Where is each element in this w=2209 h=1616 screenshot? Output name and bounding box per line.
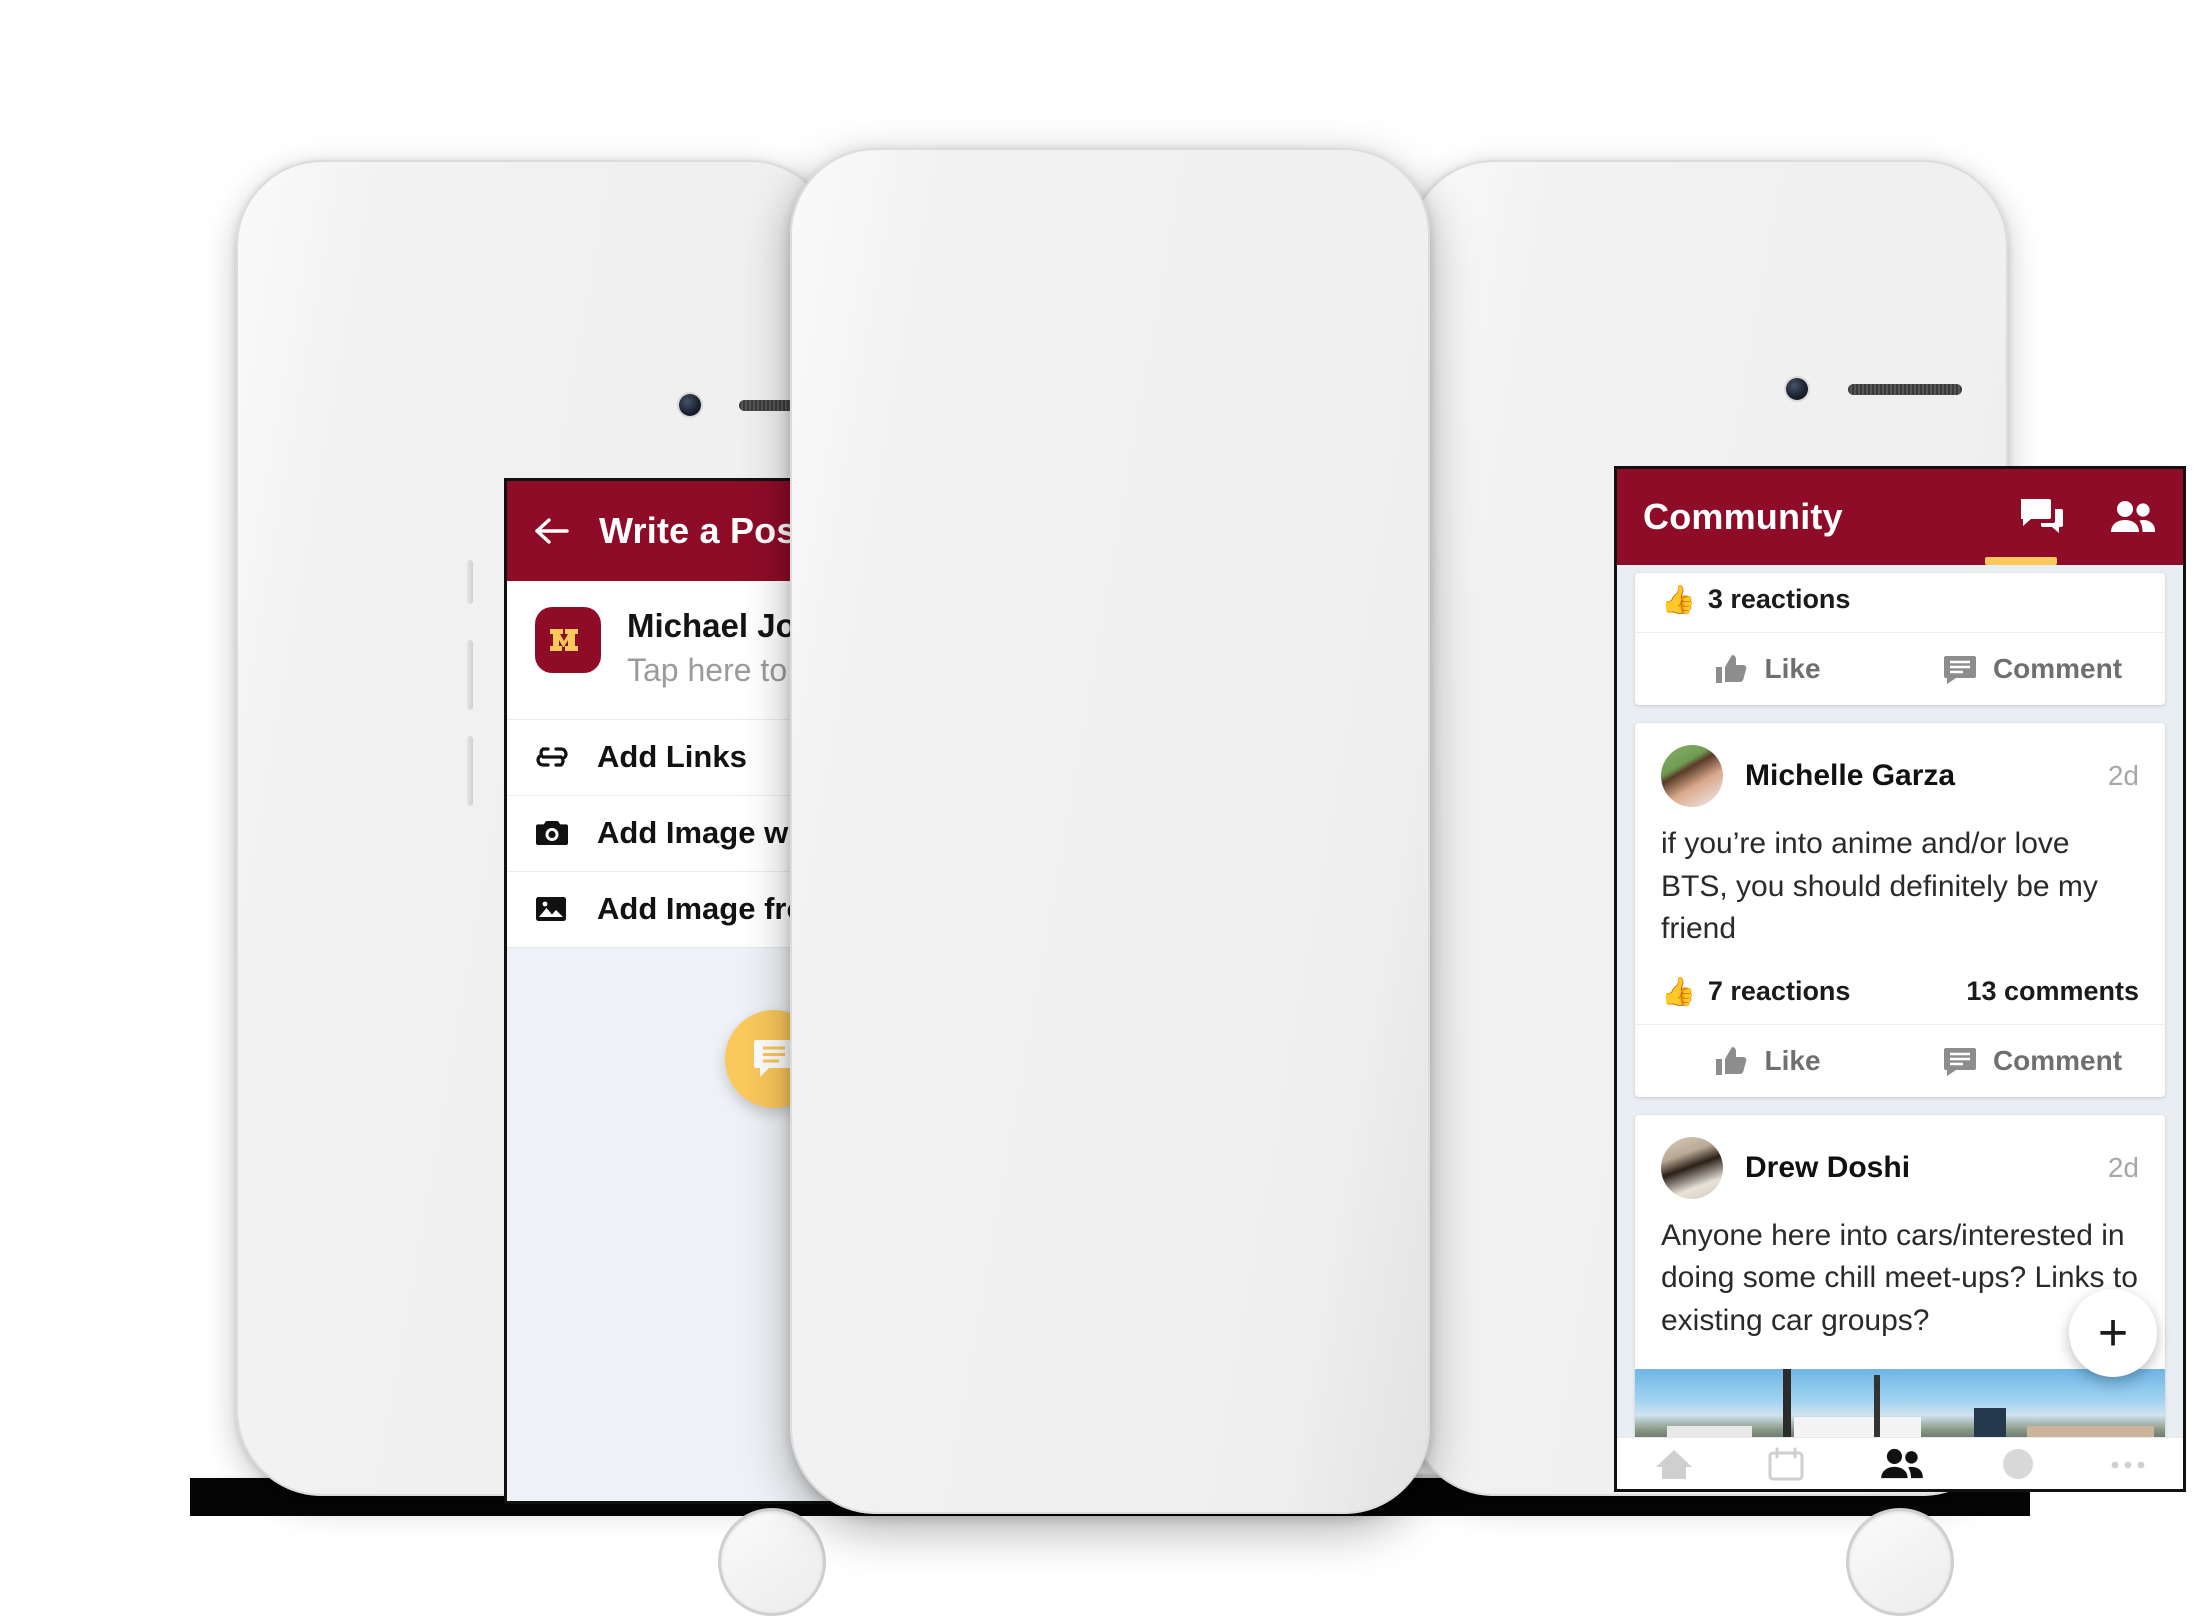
thumbs-up-icon <box>1716 1046 1747 1075</box>
image-icon <box>535 895 575 923</box>
nav-item-home[interactable] <box>1654 1447 1694 1486</box>
feed-card-partial[interactable]: 👍 3 reactions Like Comment <box>1635 573 2165 705</box>
link-icon <box>535 746 575 768</box>
screenshot-root: New Message m Rews Search Recipients... … <box>0 0 2209 1616</box>
post-author: Drew Doshi <box>1745 1150 1911 1184</box>
comment-icon <box>1943 1047 1976 1076</box>
menu-item-label: Add Links <box>597 739 747 775</box>
phone2-front-camera <box>1786 378 1808 400</box>
post-body: if you’re into anime and/or love BTS, yo… <box>1661 827 2098 946</box>
reaction-count: 7 reactions <box>1707 975 1851 1006</box>
post-stats: 👍 3 reactions <box>1635 573 2165 632</box>
phone2-bezel <box>790 148 1430 1514</box>
comment-label: Comment <box>1992 1044 2123 1076</box>
phone2-speaker-grille <box>1848 384 1962 395</box>
nav-item-chat[interactable] <box>1999 1447 2037 1486</box>
create-post-fab[interactable]: + <box>2069 1289 2157 1377</box>
feed-card[interactable]: Michelle Garza 2d if you’re into anime a… <box>1635 723 2165 1097</box>
phone2-appbar: Community <box>1617 469 2183 565</box>
chat-bubbles-icon[interactable] <box>2019 497 2063 537</box>
page-title: Community <box>1643 496 1843 537</box>
post-actions: Like Comment <box>1635 1023 2165 1097</box>
phone1-volume-up-button[interactable] <box>467 640 473 710</box>
like-label: Like <box>1764 1044 1821 1076</box>
thumbs-up-emoji: 👍 <box>1661 975 1696 1007</box>
post-timestamp: 2d <box>2107 1151 2139 1183</box>
m-glyph <box>550 629 578 651</box>
post-stats: 👍 7 reactions 13 comments <box>1635 955 2165 1024</box>
phone2-home-button[interactable] <box>1846 1508 1954 1616</box>
phone1-silent-switch[interactable] <box>467 560 473 604</box>
reaction-count: 3 reactions <box>1707 584 1851 614</box>
phone2-screen: Community 👍 3 reactions Like Comment Mic… <box>1614 466 2186 1492</box>
phone-device-community: Community 👍 3 reactions Like Comment Mic… <box>790 148 2186 1616</box>
comment-count[interactable]: 13 comments <box>1966 976 2139 1007</box>
comment-icon <box>1943 656 1976 684</box>
feed-card[interactable]: Drew Doshi 2d Anyone here into cars/inte… <box>1635 1114 2165 1479</box>
bottom-navigation <box>1617 1437 2183 1489</box>
post-header: Drew Doshi 2d <box>1635 1115 2165 1209</box>
post-actions: Like Comment <box>1635 632 2165 705</box>
camera-icon <box>535 819 575 847</box>
post-timestamp: 2d <box>2107 760 2139 791</box>
back-arrow-icon[interactable] <box>533 516 571 546</box>
like-button[interactable]: Like <box>1635 633 1900 705</box>
like-label: Like <box>1764 653 1821 684</box>
comment-button[interactable]: Comment <box>1900 1025 2165 1097</box>
plus-icon: + <box>2097 1304 2129 1362</box>
active-tab-indicator <box>1985 557 2057 565</box>
avatar <box>1661 745 1723 807</box>
post-author: Michelle Garza <box>1745 759 1956 792</box>
avatar <box>1661 1136 1723 1199</box>
community-feed[interactable]: 👍 3 reactions Like Comment Michelle Garz… <box>1617 565 2183 1489</box>
people-group-icon[interactable] <box>2109 499 2157 535</box>
comment-button[interactable]: Comment <box>1900 633 2165 705</box>
like-button[interactable]: Like <box>1635 1025 1900 1097</box>
nav-item-community[interactable] <box>1878 1447 1926 1486</box>
page-title: Write a Post <box>599 510 809 551</box>
nav-item-calendar[interactable] <box>1767 1447 1805 1486</box>
phone-device-write-post: Write a Post Michael Jones Tap here to w… <box>236 160 1044 1616</box>
phone1-front-camera <box>679 394 701 416</box>
thumbs-up-emoji: 👍 <box>1661 584 1696 615</box>
university-of-minnesota-m-logo <box>535 607 601 673</box>
thumbs-up-icon <box>1716 655 1747 683</box>
post-header: Michelle Garza 2d <box>1635 723 2165 817</box>
phone1-home-button[interactable] <box>718 1508 826 1616</box>
comment-label: Comment <box>1992 653 2123 684</box>
phone1-volume-down-button[interactable] <box>467 736 473 806</box>
nav-item-more[interactable] <box>2110 1458 2146 1476</box>
